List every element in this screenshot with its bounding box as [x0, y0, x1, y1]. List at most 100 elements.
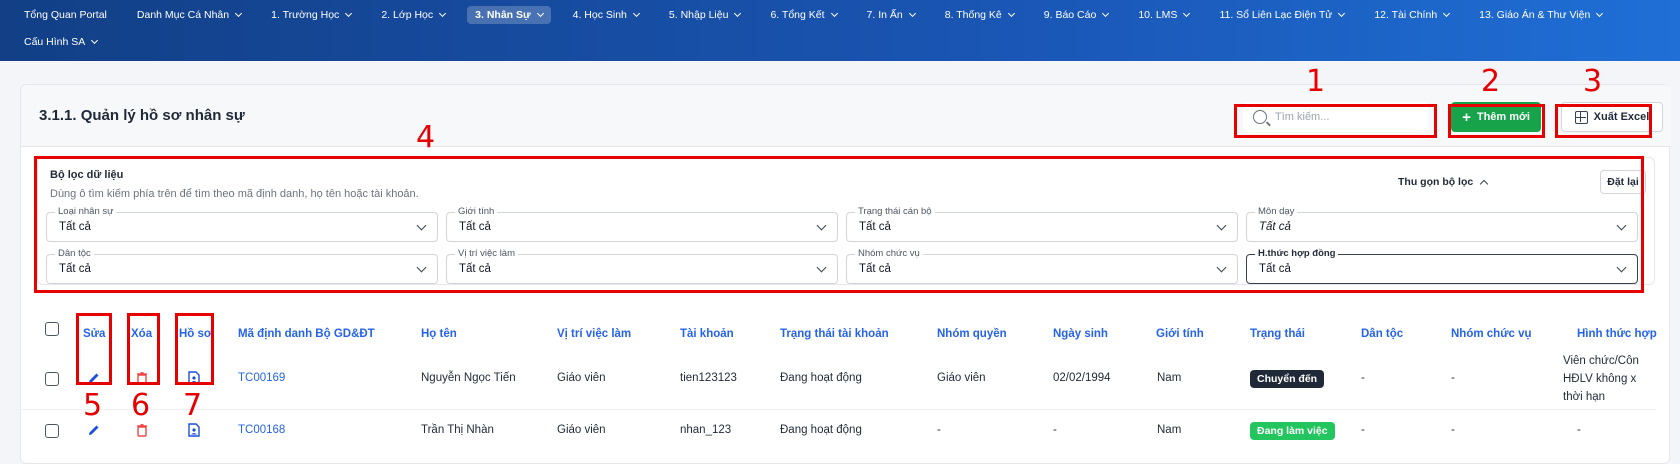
row-account: tien123123: [680, 372, 737, 384]
column-header-code[interactable]: Mã định danh Bộ GD&ĐT: [238, 328, 375, 340]
nav-label: 9. Báo Cáo: [1043, 9, 1097, 21]
column-header-name[interactable]: Họ tên: [421, 328, 457, 340]
row-ethnicity: -: [1361, 424, 1365, 436]
row-contract: -: [1577, 424, 1581, 436]
nav-label: 4. Học Sinh: [572, 9, 627, 21]
chevron-down-icon: [908, 9, 916, 18]
nav-item-finance[interactable]: 12. Tài Chính: [1366, 6, 1457, 24]
row-role-group: Giáo viên: [937, 372, 986, 384]
nav-label: Cấu Hình SA: [24, 36, 86, 48]
nav-label: 12. Tài Chính: [1374, 9, 1438, 21]
annotation-number: 5: [83, 388, 103, 423]
row-position-group: -: [1451, 424, 1455, 436]
annotation-box-profile: [175, 313, 214, 385]
nav-item-reports[interactable]: 9. Báo Cáo: [1036, 6, 1117, 24]
row-dob: -: [1053, 424, 1057, 436]
annotation-box-delete: [127, 313, 160, 385]
row-code-link[interactable]: TC00168: [238, 424, 285, 436]
chevron-down-icon: [1183, 9, 1191, 18]
row-contract-line: Viên chức/Côn: [1563, 355, 1639, 367]
column-header-job-position[interactable]: Vị trí việc làm: [557, 328, 631, 340]
edit-icon[interactable]: [87, 423, 101, 437]
nav-item-contact-book[interactable]: 11. Sổ Liên Lạc Điện Tử: [1211, 6, 1352, 24]
row-role-group: -: [937, 424, 941, 436]
annotation-number: 3: [1583, 64, 1603, 99]
row-gender: Nam: [1157, 424, 1182, 436]
row-checkbox[interactable]: [45, 424, 59, 438]
column-header-dob[interactable]: Ngày sinh: [1053, 328, 1108, 340]
row-account: nhan_123: [680, 424, 732, 436]
chevron-down-icon: [235, 9, 243, 18]
nav-label: 1. Trường Học: [271, 9, 340, 21]
chevron-down-icon: [439, 9, 447, 18]
annotation-number: 4: [416, 120, 436, 155]
nav-item-data-entry[interactable]: 5. Nhập Liệu: [661, 6, 749, 24]
chevron-down-icon: [632, 9, 640, 18]
nav-label: 10. LMS: [1138, 9, 1178, 21]
row-name: Nguyễn Ngọc Tiến: [421, 372, 516, 384]
annotation-number: 2: [1481, 64, 1501, 99]
nav-label: 6. Tổng Kết: [770, 9, 825, 21]
nav-item-statistics[interactable]: 8. Thống Kê: [937, 6, 1022, 24]
nav-label: 3. Nhân Sự: [475, 9, 531, 21]
nav-item-staff[interactable]: 3. Nhân Sự: [467, 6, 551, 24]
annotation-box-filter: [34, 156, 1644, 293]
nav-item-students[interactable]: 4. Học Sinh: [565, 6, 647, 24]
top-navigation: Tổng Quan Portal Danh Mục Cá Nhân 1. Trư…: [0, 0, 1680, 61]
nav-row-1: Tổng Quan Portal Danh Mục Cá Nhân 1. Trư…: [16, 4, 1624, 26]
row-position-group: -: [1451, 372, 1455, 384]
column-header-contract[interactable]: Hình thức hợp: [1577, 328, 1657, 340]
row-checkbox[interactable]: [45, 372, 59, 386]
annotation-box-search: [1234, 104, 1437, 138]
nav-label: 8. Thống Kê: [944, 9, 1002, 21]
chevron-down-icon: [91, 36, 99, 45]
row-gender: Nam: [1157, 372, 1182, 384]
annotation-box-edit: [76, 313, 112, 385]
row-contract: Viên chức/Côn HĐLV không x thời hạn: [1563, 352, 1639, 406]
nav-label: 11. Sổ Liên Lạc Điện Tử: [1219, 9, 1333, 21]
chevron-down-icon: [1007, 9, 1015, 18]
annotation-box-excel: [1555, 104, 1652, 138]
row-job-position: Giáo viên: [557, 424, 606, 436]
nav-item-school[interactable]: 1. Trường Học: [263, 6, 359, 24]
annotation-number: 6: [131, 388, 151, 423]
nav-label: 2. Lớp Học: [381, 9, 434, 21]
row-dob: 02/02/1994: [1053, 372, 1111, 384]
nav-label: Danh Mục Cá Nhân: [136, 9, 230, 21]
nav-item-summary[interactable]: 6. Tổng Kết: [762, 6, 844, 24]
nav-label: 13. Giáo Án & Thư Viện: [1479, 9, 1591, 21]
nav-item-print[interactable]: 7. In Ấn: [859, 6, 923, 24]
status-badge: Đang làm việc: [1250, 422, 1335, 440]
nav-item-personal-catalog[interactable]: Danh Mục Cá Nhân: [129, 6, 249, 24]
chevron-down-icon: [830, 9, 838, 18]
profile-document-icon[interactable]: [188, 423, 200, 437]
column-header-role-group[interactable]: Nhóm quyền: [937, 328, 1007, 340]
nav-item-sa-config[interactable]: Cấu Hình SA: [16, 33, 105, 51]
select-all-checkbox[interactable]: [45, 322, 59, 336]
chevron-down-icon: [734, 9, 742, 18]
row-code-link[interactable]: TC00169: [238, 372, 285, 384]
trash-icon[interactable]: [136, 424, 148, 437]
column-header-account[interactable]: Tài khoản: [680, 328, 734, 340]
row-name: Trần Thị Nhàn: [421, 424, 494, 436]
nav-item-lms[interactable]: 10. LMS: [1130, 6, 1197, 24]
column-header-position-group[interactable]: Nhóm chức vụ: [1451, 328, 1532, 340]
column-header-account-status[interactable]: Trạng thái tài khoản: [780, 328, 889, 340]
nav-item-portal[interactable]: Tổng Quan Portal: [16, 6, 115, 24]
chevron-down-icon: [1443, 9, 1451, 18]
row-account-status: Đang hoạt động: [780, 372, 862, 384]
annotation-box-add: [1448, 104, 1545, 138]
chevron-down-icon: [345, 9, 353, 18]
page-title: 3.1.1. Quản lý hồ sơ nhân sự: [39, 107, 245, 124]
column-header-gender[interactable]: Giới tính: [1156, 328, 1204, 340]
nav-item-class[interactable]: 2. Lớp Học: [373, 6, 453, 24]
nav-label: Tổng Quan Portal: [24, 9, 107, 21]
chevron-down-icon: [1338, 9, 1346, 18]
column-header-status[interactable]: Trạng thái: [1250, 328, 1305, 340]
nav-item-lesson-library[interactable]: 13. Giáo Án & Thư Viện: [1471, 6, 1610, 24]
row-ethnicity: -: [1361, 372, 1365, 384]
chevron-down-icon: [1102, 9, 1110, 18]
row-contract-line: HĐLV không x: [1563, 373, 1637, 385]
nav-label: 7. In Ấn: [866, 9, 903, 21]
column-header-ethnicity[interactable]: Dân tộc: [1361, 328, 1403, 340]
